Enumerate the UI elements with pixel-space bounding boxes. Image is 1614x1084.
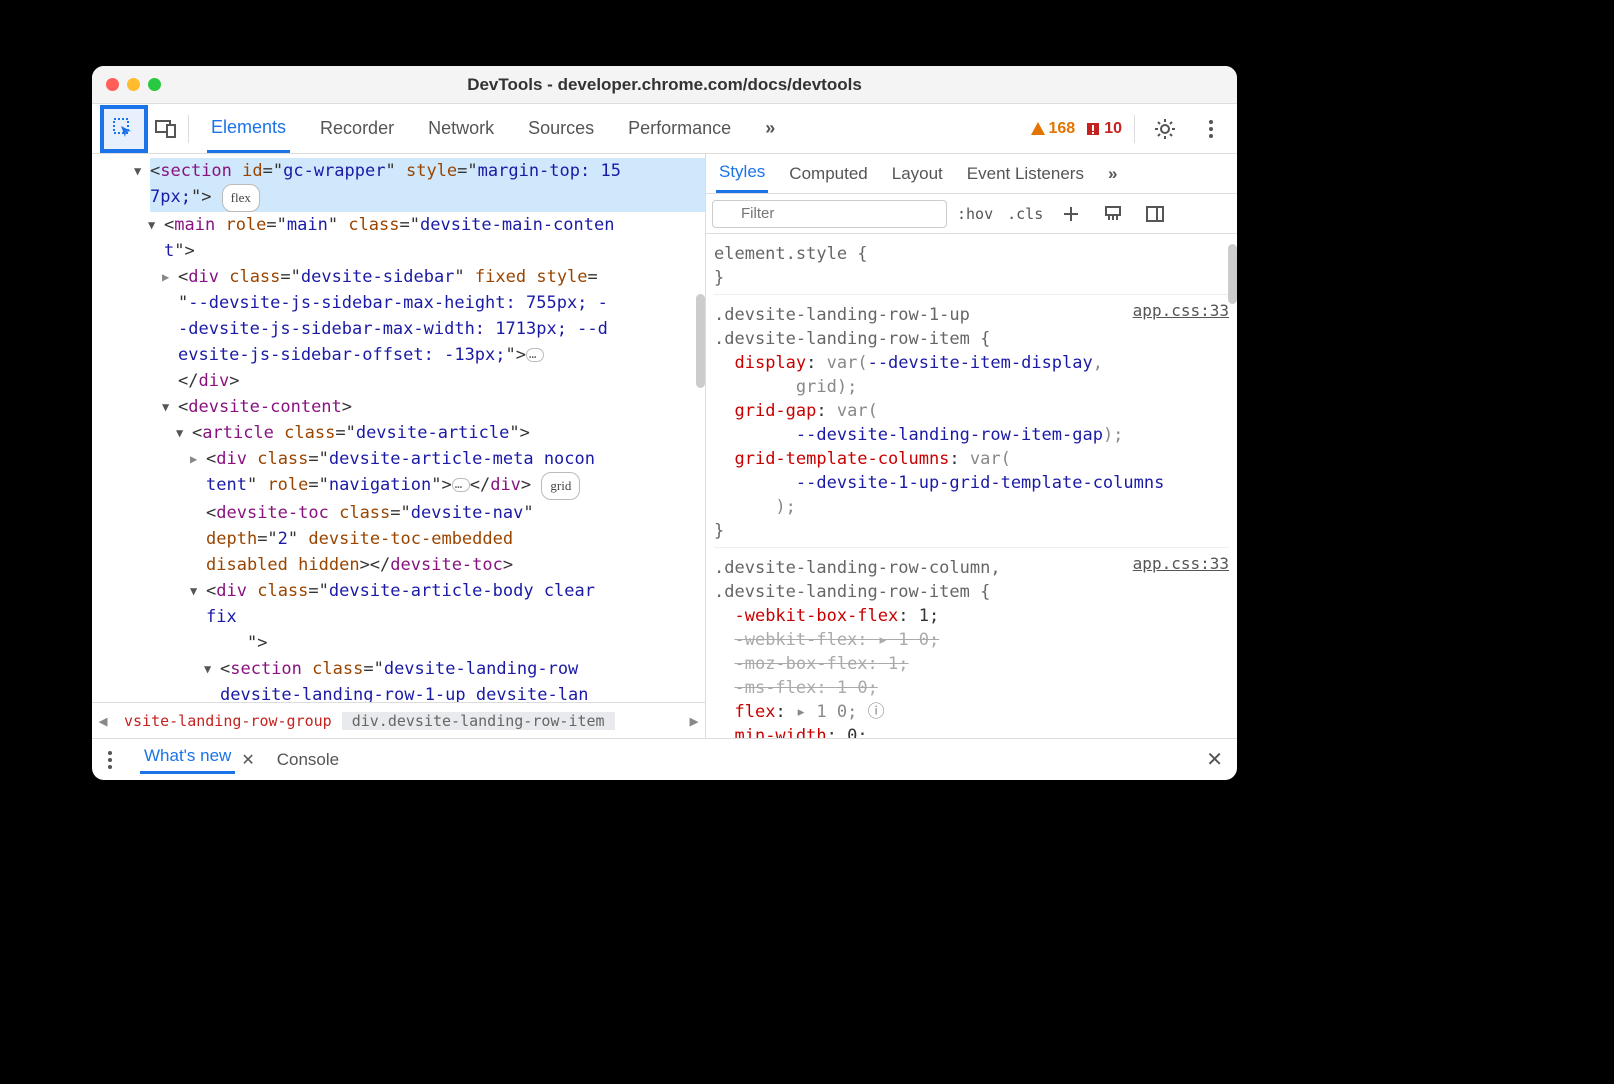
hov-toggle[interactable]: :hov: [953, 205, 997, 223]
drawer-tab-whats-new[interactable]: What's new: [140, 746, 235, 774]
dom-tree[interactable]: ▼<section id="gc-wrapper" style="margin-…: [92, 154, 705, 702]
grid-badge[interactable]: grid: [541, 472, 580, 500]
rule-source-link[interactable]: app.css:33: [1133, 299, 1229, 323]
breadcrumb-item-selected[interactable]: div.devsite-landing-row-item: [342, 712, 615, 730]
copy-styles-button[interactable]: [1095, 196, 1131, 232]
tab-performance[interactable]: Performance: [624, 106, 735, 151]
tab-layout[interactable]: Layout: [889, 156, 946, 192]
filter-input[interactable]: [712, 200, 947, 228]
elements-pane: ▼<section id="gc-wrapper" style="margin-…: [92, 154, 706, 738]
warning-icon: [1030, 121, 1046, 137]
titlebar: DevTools - developer.chrome.com/docs/dev…: [92, 66, 1237, 104]
content-area: ▼<section id="gc-wrapper" style="margin-…: [92, 154, 1237, 738]
settings-button[interactable]: [1147, 111, 1183, 147]
style-rule[interactable]: app.css:33 .devsite-landing-row-column, …: [714, 552, 1229, 738]
new-rule-button[interactable]: [1053, 196, 1089, 232]
toolbar-right: 168 10: [1030, 111, 1230, 147]
drawer-tab-console[interactable]: Console: [273, 750, 343, 770]
rule-source-link[interactable]: app.css:33: [1133, 552, 1229, 576]
tab-computed[interactable]: Computed: [786, 156, 870, 192]
styles-tabs: Styles Computed Layout Event Listeners »: [706, 154, 1237, 194]
brush-icon: [1103, 205, 1123, 223]
ellipsis-icon[interactable]: [452, 478, 470, 492]
dom-scrollbar[interactable]: [696, 294, 705, 388]
styles-pane: Styles Computed Layout Event Listeners »…: [706, 154, 1237, 738]
separator: [1134, 115, 1135, 143]
breadcrumb-right-arrow[interactable]: ▶: [683, 712, 705, 730]
window-title: DevTools - developer.chrome.com/docs/dev…: [92, 75, 1237, 95]
inspect-element-button[interactable]: [100, 105, 148, 153]
panel-icon: [1145, 205, 1165, 223]
breadcrumb-left-arrow[interactable]: ◀: [92, 712, 114, 730]
more-styles-tabs[interactable]: »: [1105, 156, 1120, 192]
device-toolbar-button[interactable]: [148, 111, 184, 147]
computed-toggle-button[interactable]: [1137, 196, 1173, 232]
ellipsis-icon[interactable]: [526, 348, 544, 362]
inspect-icon: [113, 118, 135, 140]
main-toolbar: Elements Recorder Network Sources Perfor…: [92, 104, 1237, 154]
errors-count[interactable]: 10: [1085, 120, 1122, 138]
tab-network[interactable]: Network: [424, 106, 498, 151]
plus-icon: [1062, 205, 1080, 223]
tab-event-listeners[interactable]: Event Listeners: [964, 156, 1087, 192]
more-menu-button[interactable]: [1193, 111, 1229, 147]
panel-tabs: Elements Recorder Network Sources Perfor…: [207, 104, 779, 153]
tab-elements[interactable]: Elements: [207, 105, 290, 153]
more-tabs-button[interactable]: »: [761, 106, 779, 151]
style-rule[interactable]: app.css:33 .devsite-landing-row-1-up .de…: [714, 299, 1229, 548]
drawer-menu-button[interactable]: [98, 742, 122, 778]
gear-icon: [1154, 118, 1176, 140]
tab-sources[interactable]: Sources: [524, 106, 598, 151]
tab-recorder[interactable]: Recorder: [316, 106, 398, 151]
close-drawer-button[interactable]: ✕: [1206, 747, 1231, 772]
flex-badge[interactable]: flex: [222, 184, 260, 212]
device-icon: [155, 120, 177, 138]
error-icon: [1085, 121, 1101, 137]
tab-styles[interactable]: Styles: [716, 154, 768, 193]
kebab-icon: [1208, 119, 1214, 139]
close-tab-button[interactable]: ✕: [241, 750, 254, 770]
styles-body[interactable]: element.style { } app.css:33 .devsite-la…: [706, 234, 1237, 738]
kebab-icon: [107, 750, 113, 770]
styles-scrollbar[interactable]: [1228, 244, 1237, 304]
drawer: What's new ✕ Console ✕: [92, 738, 1237, 780]
cls-toggle[interactable]: .cls: [1003, 205, 1047, 223]
filter-row: :hov .cls: [706, 194, 1237, 234]
devtools-window: DevTools - developer.chrome.com/docs/dev…: [92, 66, 1237, 780]
style-rule[interactable]: element.style { }: [714, 238, 1229, 295]
warnings-count[interactable]: 168: [1030, 120, 1076, 138]
breadcrumb-item[interactable]: vsite-landing-row-group: [114, 712, 342, 730]
breadcrumb: ◀ vsite-landing-row-group div.devsite-la…: [92, 702, 705, 738]
separator: [188, 115, 189, 143]
